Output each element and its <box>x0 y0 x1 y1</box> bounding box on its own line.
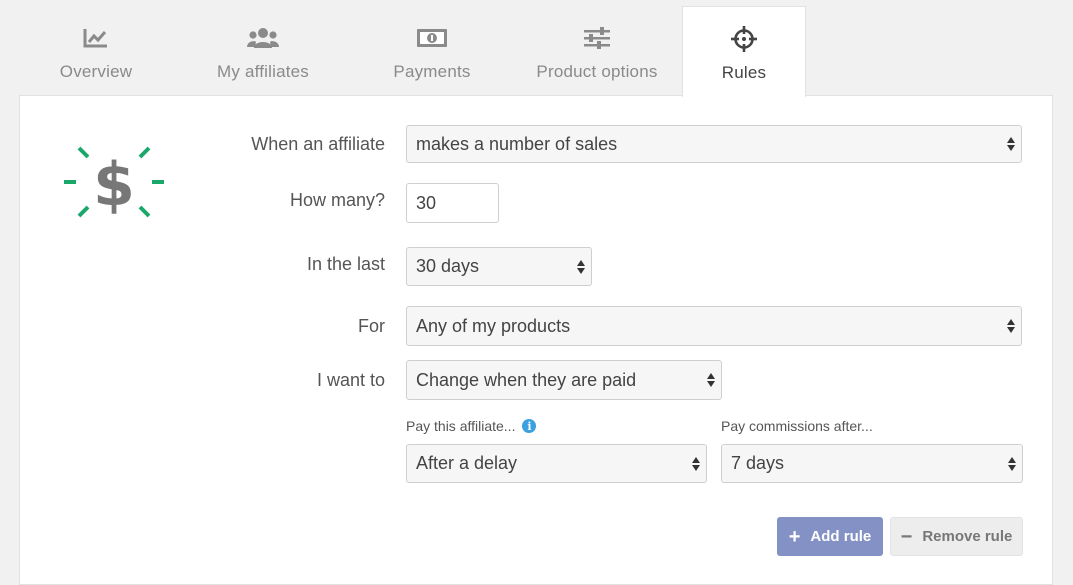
plus-icon: + <box>788 525 801 548</box>
add-rule-button[interactable]: + Add rule <box>777 517 883 556</box>
tab-product-options[interactable]: Product options <box>519 6 675 96</box>
remove-rule-button[interactable]: − Remove rule <box>890 517 1023 556</box>
select-arrows-icon <box>707 373 715 387</box>
select-arrows-icon <box>692 456 700 471</box>
tab-my-affiliates[interactable]: My affiliates <box>185 6 341 96</box>
how-many-label: How many? <box>289 190 385 210</box>
pay-affiliate-label: Pay this affiliate... i <box>406 418 537 434</box>
tab-label: Overview <box>59 62 133 81</box>
select-arrows-icon <box>1008 456 1016 471</box>
in-last-select-value: 30 days <box>416 256 480 276</box>
tab-payments[interactable]: Payments <box>354 6 510 96</box>
money-bill-icon <box>416 20 448 56</box>
tab-label: Product options <box>536 62 658 81</box>
pay-affiliate-select[interactable]: After a delay <box>406 444 707 483</box>
tab-rules[interactable]: Rules <box>682 6 806 97</box>
in-last-label: In the last <box>306 254 385 274</box>
in-last-select[interactable]: 30 days <box>406 247 592 286</box>
tab-label: Rules <box>721 63 767 82</box>
for-select-value: Any of my products <box>416 315 571 336</box>
tab-bar: Overview My affiliates Payments Product … <box>0 0 1073 97</box>
want-select-value: Change when they are paid <box>416 369 637 390</box>
pay-commissions-label: Pay commissions after... <box>721 418 873 434</box>
for-select[interactable]: Any of my products <box>406 306 1022 346</box>
minus-icon: − <box>900 525 913 548</box>
pay-affiliate-select-value: After a delay <box>416 453 518 473</box>
remove-rule-label: Remove rule <box>922 528 1013 545</box>
when-select[interactable]: makes a number of sales <box>406 125 1022 163</box>
when-select-value: makes a number of sales <box>416 133 618 154</box>
pay-commissions-select[interactable]: 7 days <box>721 444 1023 483</box>
how-many-value: 30 <box>416 192 437 213</box>
pay-commissions-select-value: 7 days <box>731 453 785 473</box>
crosshairs-icon <box>731 21 757 57</box>
tab-overview[interactable]: Overview <box>18 6 174 96</box>
pay-affiliate-label-text: Pay this affiliate... <box>406 418 516 434</box>
want-select[interactable]: Change when they are paid <box>406 360 722 400</box>
info-icon[interactable]: i <box>522 419 537 433</box>
how-many-input[interactable]: 30 <box>406 183 499 223</box>
select-arrows-icon <box>1007 319 1015 333</box>
for-label: For <box>358 316 385 336</box>
when-label: When an affiliate <box>251 134 385 154</box>
users-icon <box>247 20 279 56</box>
select-arrows-icon <box>1007 137 1015 151</box>
tab-label: Payments <box>393 62 471 81</box>
tab-label: My affiliates <box>216 62 310 81</box>
sliders-icon <box>583 20 611 56</box>
dollar-sparkle-icon: $ <box>62 142 166 222</box>
chart-line-icon <box>83 20 109 56</box>
add-rule-label: Add rule <box>810 528 872 545</box>
svg-text:$: $ <box>93 150 135 220</box>
select-arrows-icon <box>577 259 585 274</box>
want-label: I want to <box>316 370 385 390</box>
